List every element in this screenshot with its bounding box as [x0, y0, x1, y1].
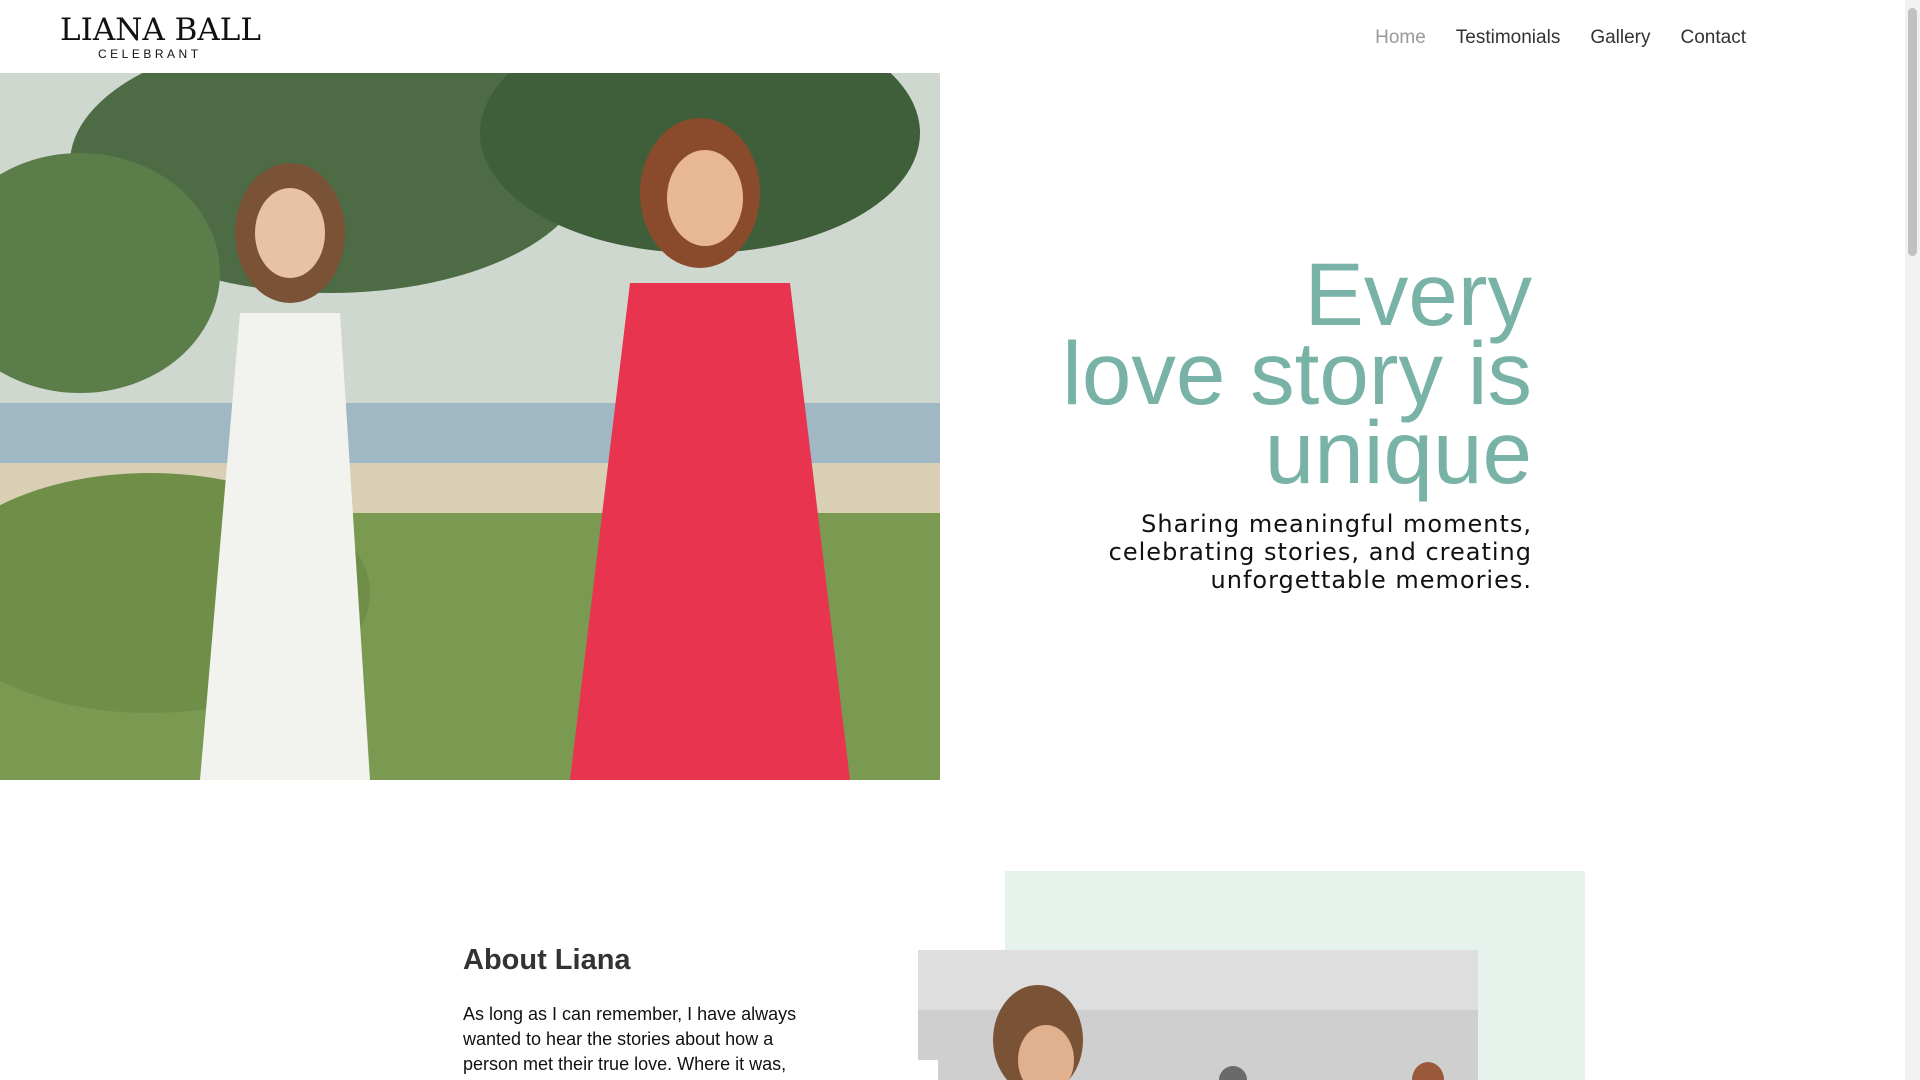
nav-gallery[interactable]: Gallery: [1575, 24, 1665, 52]
hero-subtitle: Sharing meaningful moments, celebrating …: [1000, 510, 1532, 594]
hero-title: Every love story is unique: [1000, 250, 1532, 497]
hero-subtitle-line-1: Sharing meaningful moments,: [1141, 510, 1532, 538]
hero-subtitle-line-3: unforgettable memories.: [1210, 566, 1532, 594]
about-title: About Liana: [463, 944, 631, 976]
nav-testimonials[interactable]: Testimonials: [1441, 24, 1576, 52]
about-photo: [918, 950, 1478, 1080]
hero-title-line-3: unique: [1264, 402, 1532, 502]
scrollbar-thumb[interactable]: [1908, 8, 1917, 256]
page-scrollbar[interactable]: [1905, 0, 1920, 1080]
main-nav: Home Testimonials Gallery Contact: [1360, 24, 1761, 52]
logo-tagline: CELEBRANT: [98, 47, 202, 61]
nav-contact[interactable]: Contact: [1666, 24, 1761, 52]
hero-subtitle-line-2: celebrating stories, and creating: [1108, 538, 1532, 566]
logo-wordmark: LIANA BALL: [60, 12, 261, 48]
hero-photo: [0, 73, 940, 780]
about-body: As long as I can remember, I have always…: [463, 1004, 797, 1074]
site-header: LIANA BALL CELEBRANT Home Testimonials G…: [0, 0, 1905, 73]
hero-text-block: Every love story is unique Sharing meani…: [1000, 250, 1532, 595]
nav-home[interactable]: Home: [1360, 24, 1441, 52]
site-logo[interactable]: LIANA BALL CELEBRANT: [60, 12, 261, 61]
